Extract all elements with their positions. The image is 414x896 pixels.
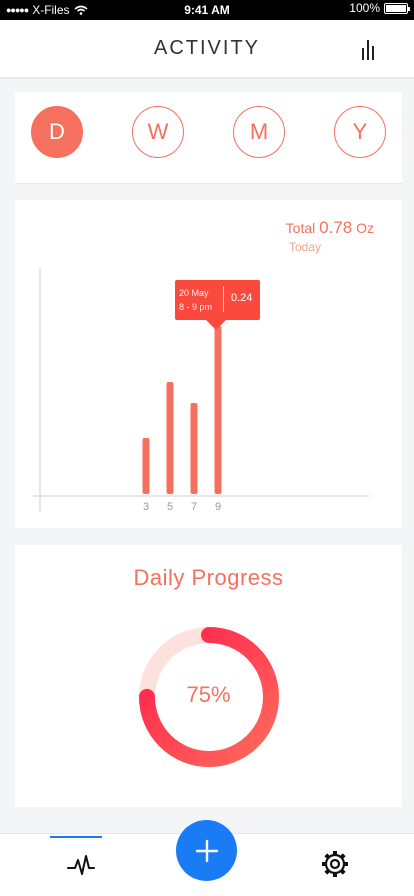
status-bar: ●●●●● X-Files 9:41 AM 100% [0,0,414,20]
gear-icon[interactable] [320,849,350,879]
chart-card: Total 0.78 Oz Today 3579 20 May 8 - 9 pm… [15,200,402,528]
progress-percent: 75% [186,682,231,707]
period-day-button[interactable]: D [31,106,83,158]
bar-9[interactable] [214,326,222,494]
battery-icon [384,2,410,14]
battery-label: 100% [349,1,380,15]
progress-title: Daily Progress [133,565,284,590]
tooltip-value: 0.24 [231,292,253,304]
period-week-button[interactable]: W [132,106,184,158]
header: ACTIVITY [0,20,414,79]
bar-3[interactable] [142,438,150,494]
equalizer-icon[interactable] [362,38,378,60]
tooltip-date-label: 20 May [179,288,209,298]
add-button[interactable] [176,820,237,881]
x-tick-label: 3 [143,501,149,513]
tooltip-time-label: 8 - 9 pm [179,302,213,312]
progress-card: Daily Progress 75% [15,545,402,807]
x-tick-label: 7 [191,501,197,513]
x-tick-label: 5 [167,501,173,513]
plus-icon [195,839,218,862]
x-tick-label: 9 [215,501,221,513]
period-year-button[interactable]: Y [334,106,386,158]
tooltip-divider [223,286,224,312]
bar-5[interactable] [166,382,174,494]
page-title: ACTIVITY [153,37,260,59]
period-selector: D W M Y [15,92,402,184]
tooltip-date: 20 May 8 - 9 pm [179,286,212,314]
battery-group: 100% [349,1,410,15]
period-month-button[interactable]: M [233,106,285,158]
tab-active-indicator [50,836,102,838]
bar-7[interactable] [190,403,198,494]
value-tooltip: 20 May 8 - 9 pm 0.24 [175,280,260,330]
activity-icon[interactable] [66,852,96,878]
bar-chart: 3 5 7 9 [33,268,369,513]
